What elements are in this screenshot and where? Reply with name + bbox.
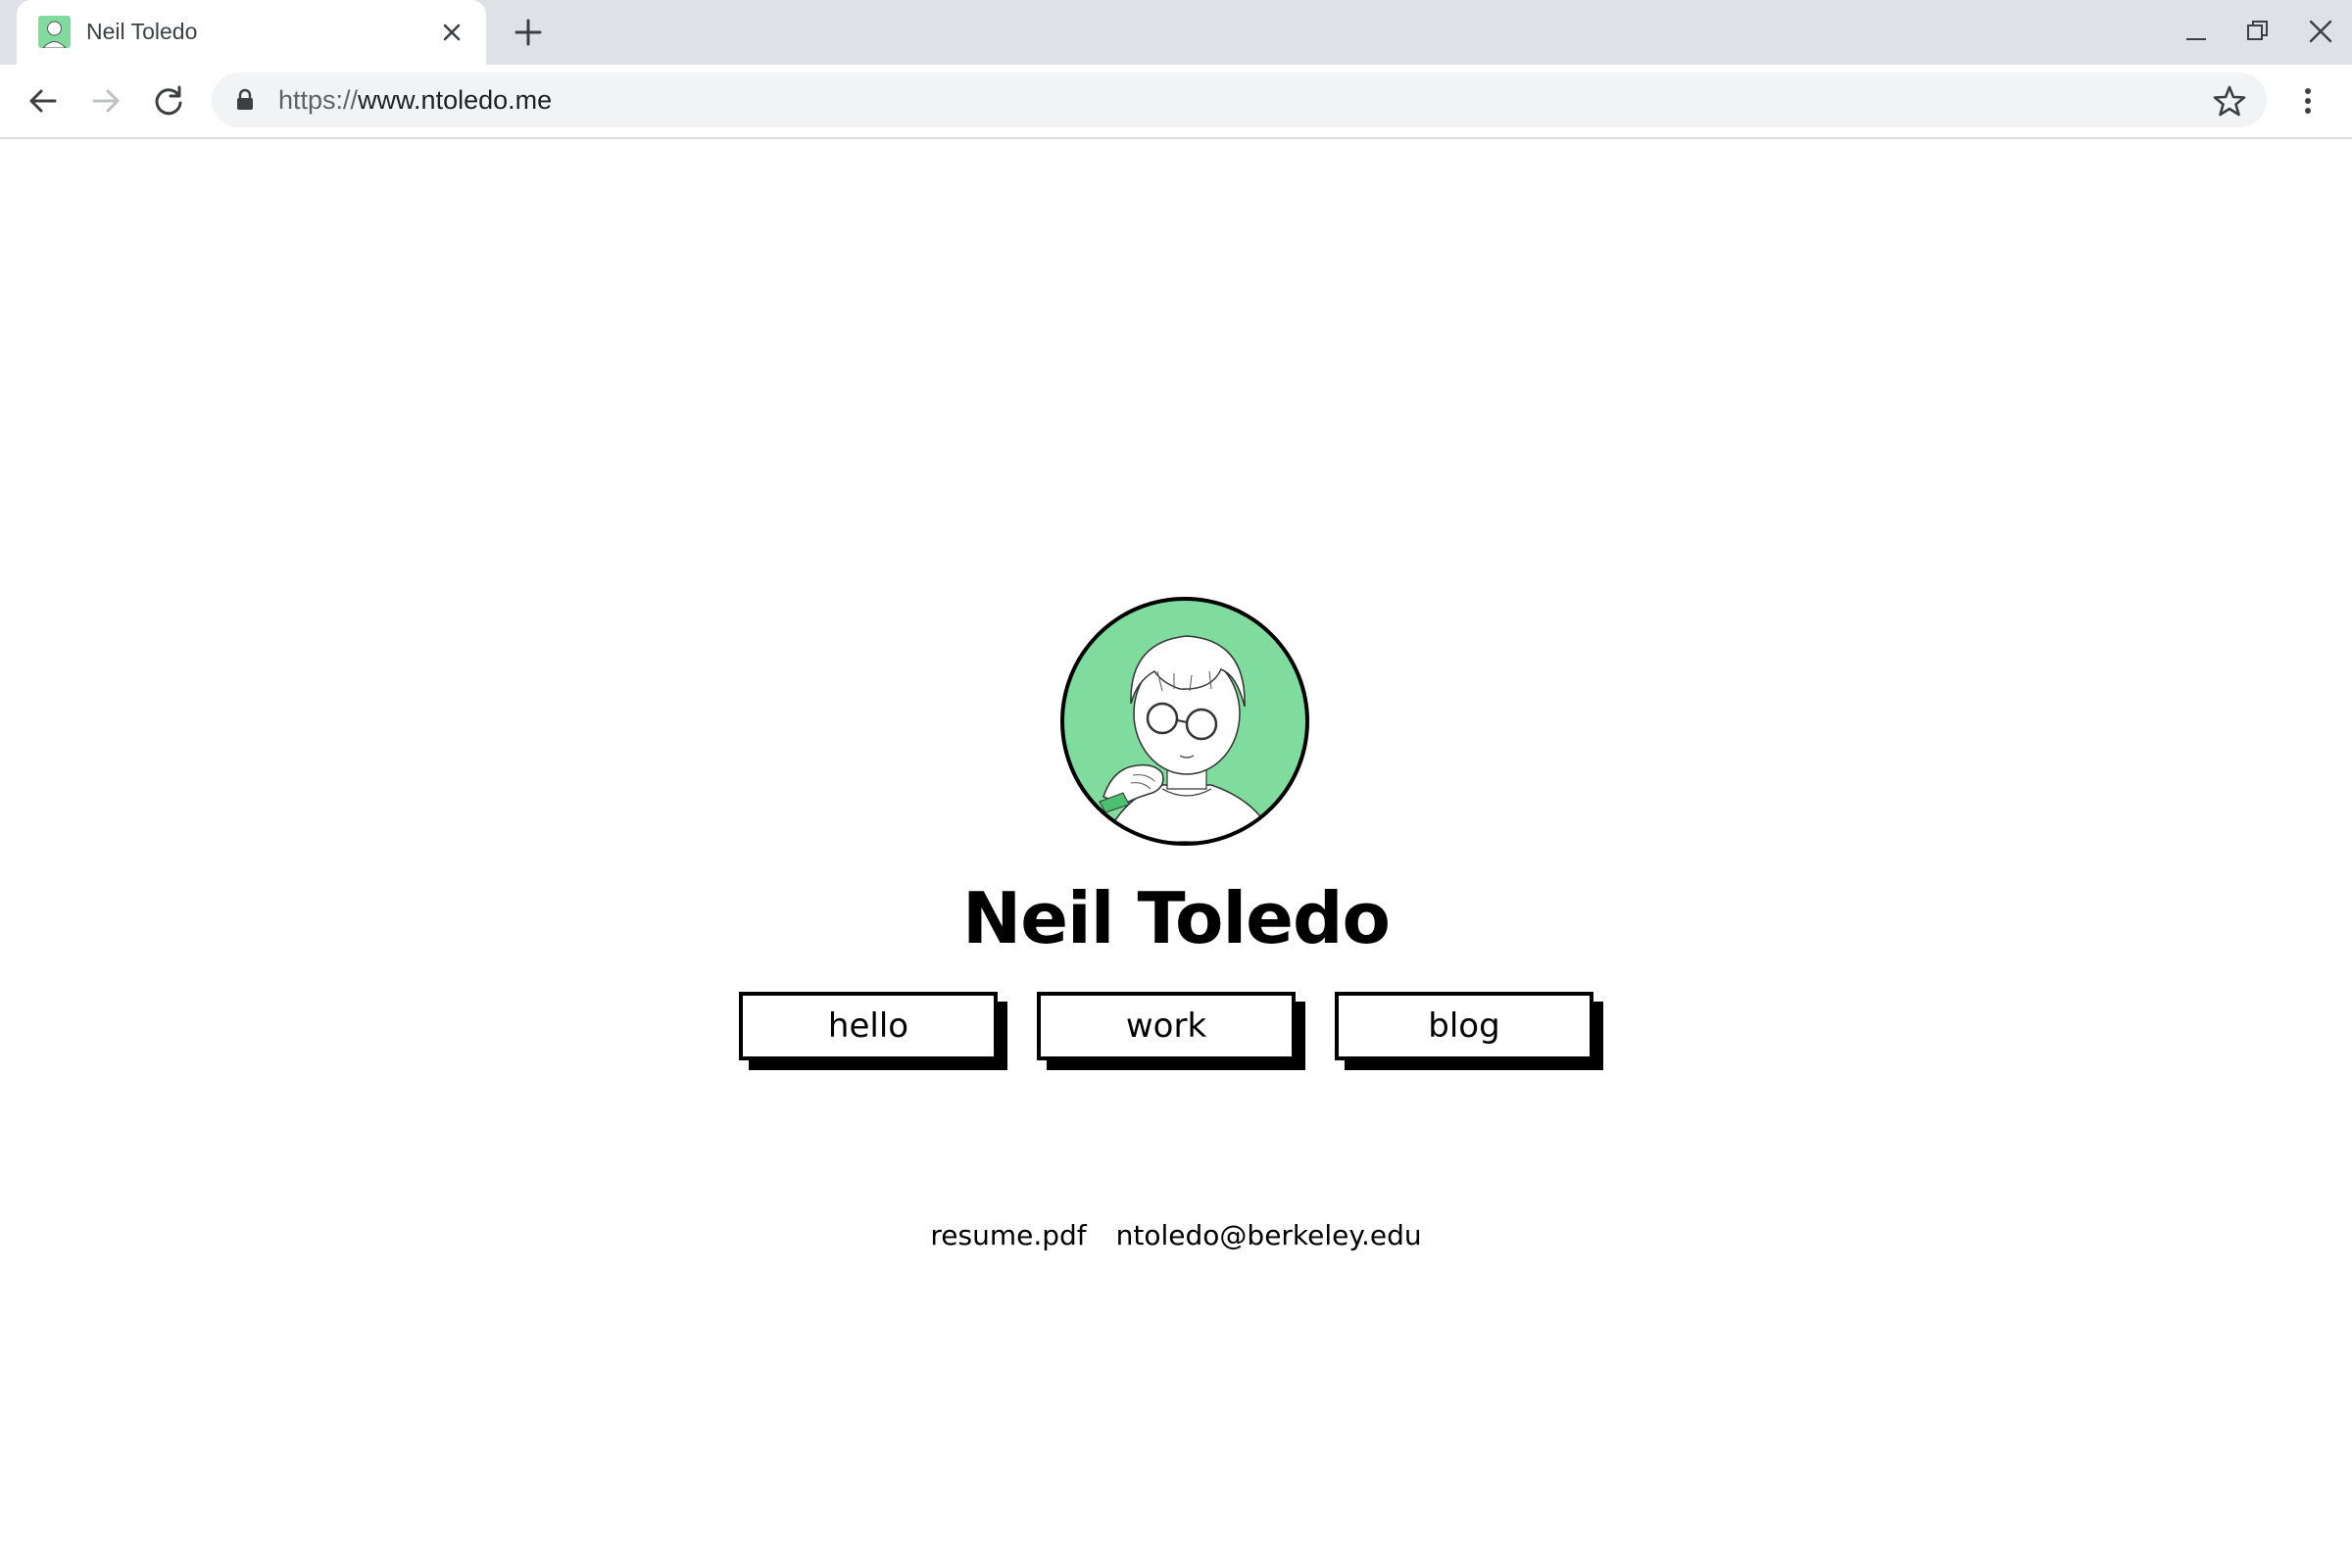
lock-icon: [233, 88, 257, 112]
close-window-icon[interactable]: [2303, 14, 2338, 49]
hello-button[interactable]: hello: [739, 992, 998, 1060]
kebab-menu-icon[interactable]: [2293, 79, 2323, 122]
restore-icon[interactable]: [2240, 14, 2276, 49]
page-content: Neil Toledo hello work blog resume.pdf nt…: [0, 139, 2352, 1568]
url-text[interactable]: https://www.ntoledo.me: [278, 73, 552, 127]
address-bar[interactable]: https://www.ntoledo.me: [212, 73, 2267, 127]
tab-close-icon[interactable]: [436, 17, 467, 48]
tab-title: Neil Toledo: [86, 19, 198, 44]
tab-strip: Neil Toledo: [0, 0, 2352, 65]
avatar: [1060, 597, 1309, 846]
reload-icon[interactable]: [147, 79, 190, 122]
browser-tab[interactable]: Neil Toledo: [17, 0, 486, 65]
contact-links: resume.pdf ntoledo@berkeley.edu: [0, 1213, 2352, 1258]
page-title: Neil Toledo: [961, 877, 1391, 959]
work-button[interactable]: work: [1037, 992, 1296, 1060]
forward-arrow-icon[interactable]: [84, 79, 127, 122]
portrait-illustration: [1099, 635, 1276, 842]
browser-window: Neil Toledo https://www.ntoledo.me Neil …: [0, 0, 2352, 1568]
url-host: www.ntoledo.me: [358, 85, 553, 115]
new-tab-plus-icon[interactable]: [511, 15, 546, 50]
blog-button[interactable]: blog: [1335, 992, 1593, 1060]
email-link[interactable]: ntoledo@berkeley.edu: [1116, 1219, 1422, 1251]
browser-toolbar: https://www.ntoledo.me: [0, 65, 2352, 139]
resume-link[interactable]: resume.pdf: [930, 1219, 1086, 1251]
url-scheme: https://: [278, 85, 359, 115]
bookmark-star-icon[interactable]: [2211, 82, 2248, 120]
main-nav: hello work blog: [0, 992, 2352, 1080]
portrait-favicon-icon: [38, 16, 71, 48]
minimize-icon[interactable]: [2179, 14, 2214, 49]
back-arrow-icon[interactable]: [22, 79, 65, 122]
